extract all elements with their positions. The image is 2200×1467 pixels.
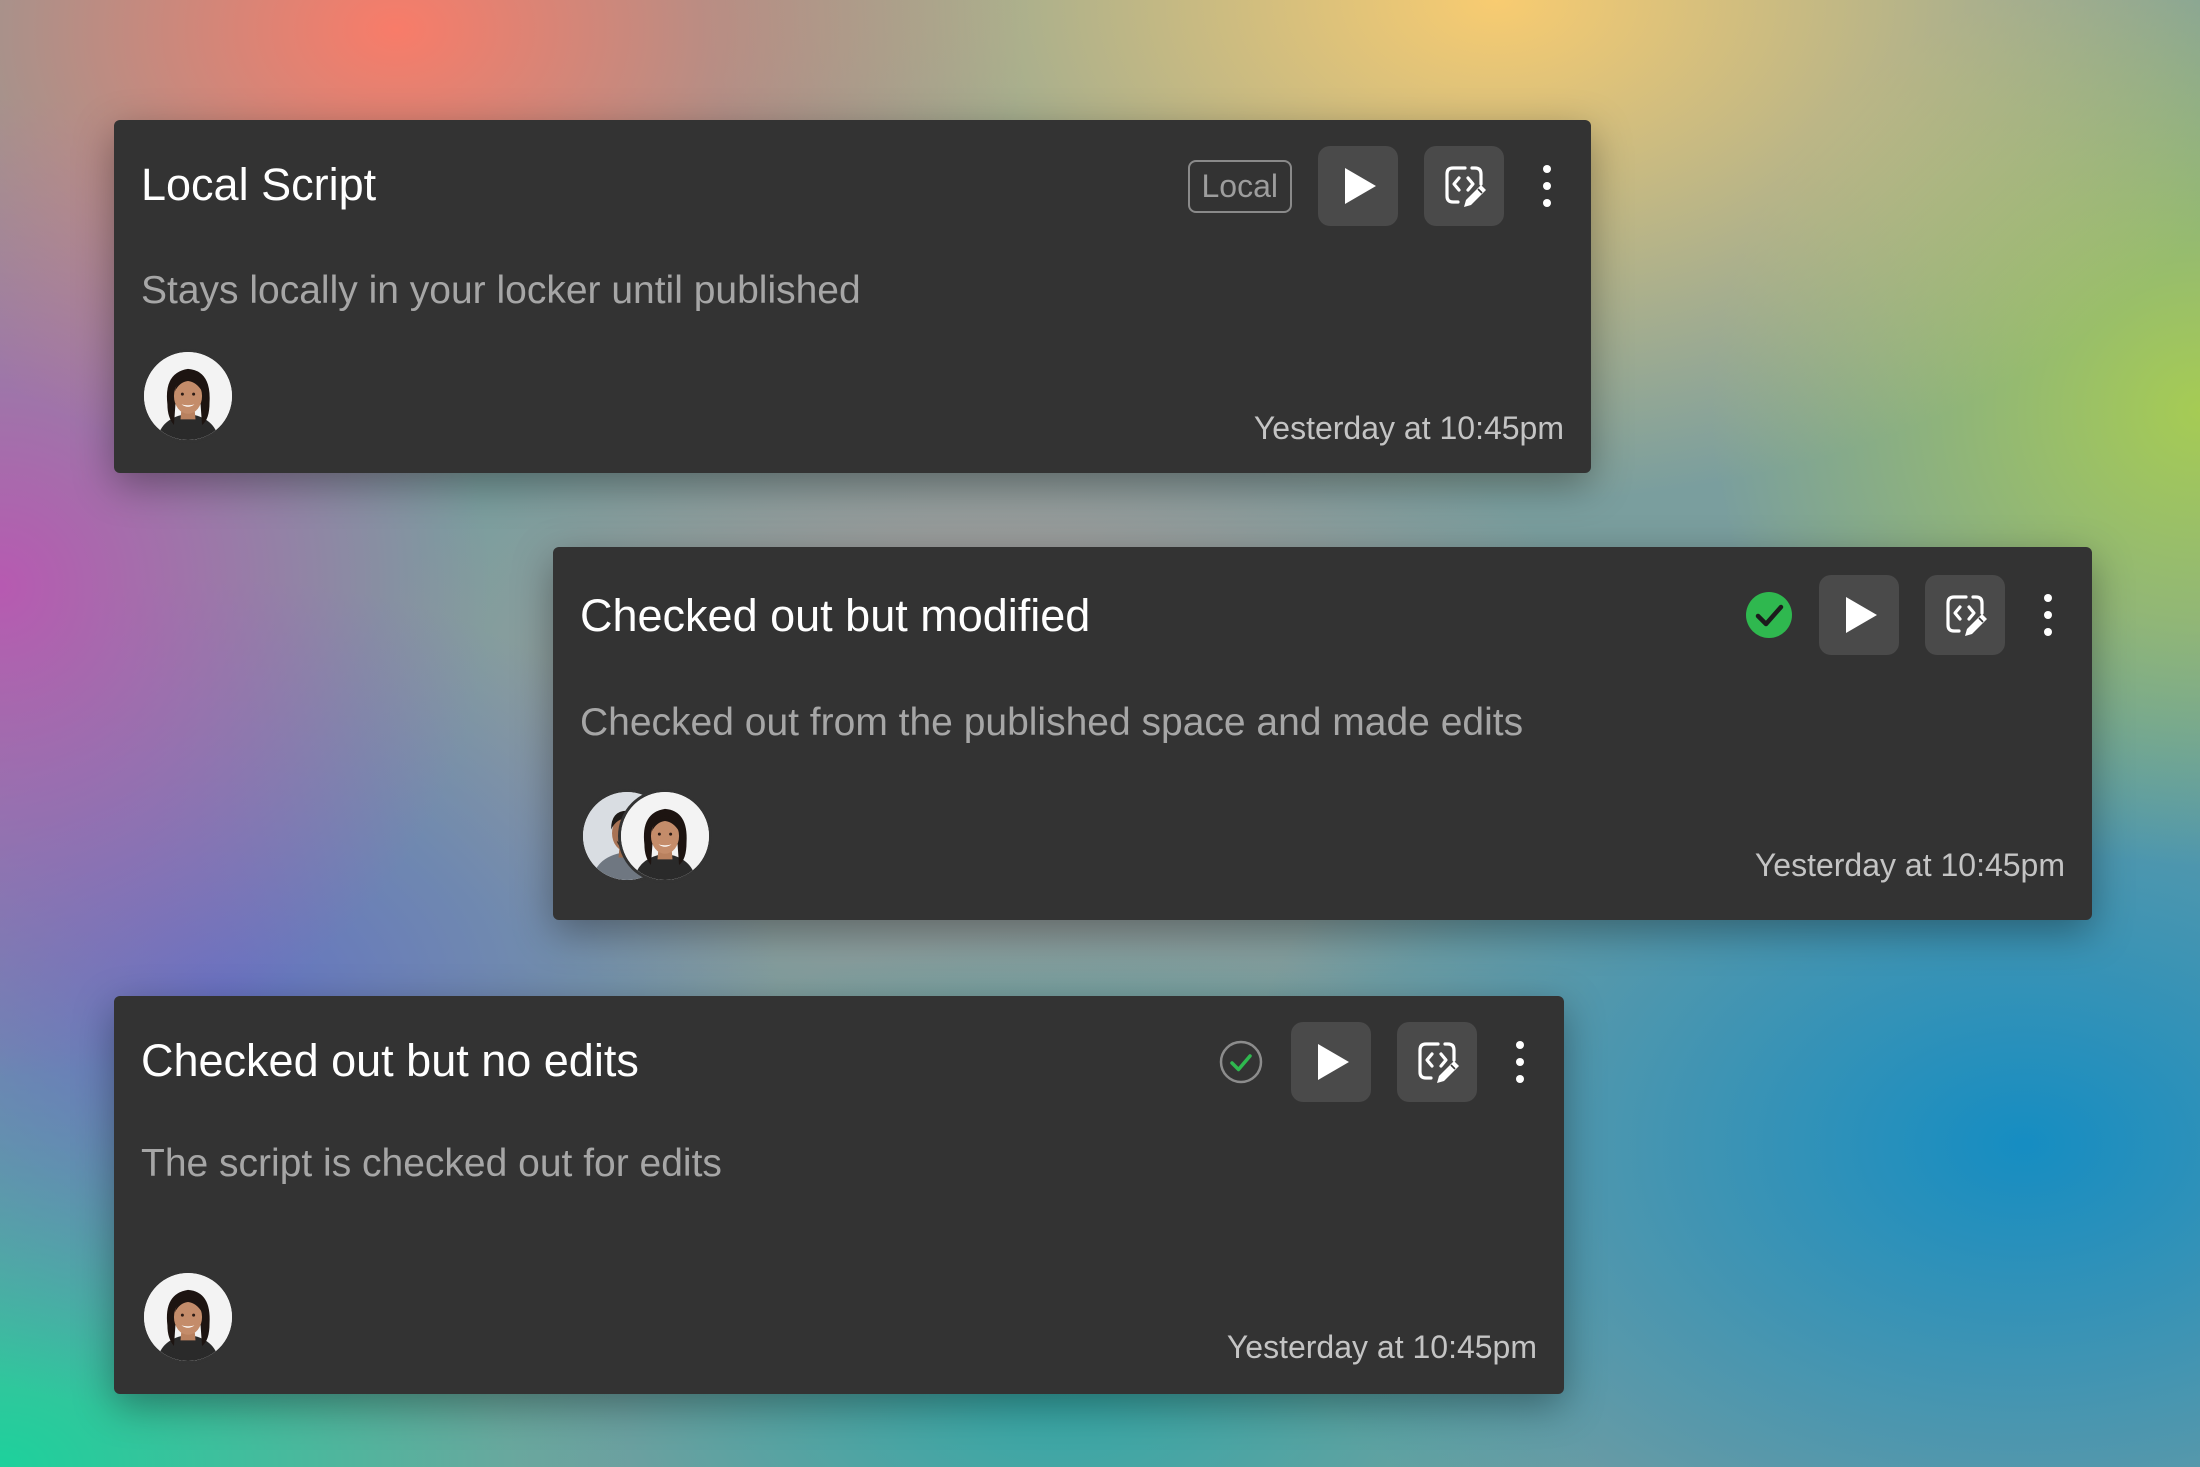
card-description: The script is checked out for edits <box>141 1142 722 1185</box>
card-title: Checked out but modified <box>580 590 1091 641</box>
local-badge: Local <box>1187 159 1292 213</box>
run-button[interactable] <box>1318 146 1398 226</box>
code-edit-icon <box>1440 162 1488 210</box>
card-timestamp: Yesterday at 10:45pm <box>1754 847 2065 883</box>
avatar-group <box>141 349 235 443</box>
code-edit-icon <box>1941 591 1989 639</box>
card-title: Local Script <box>141 159 377 210</box>
script-card-checked-out[interactable]: Checked out but no edits The script is c… <box>114 996 1564 1394</box>
code-edit-icon <box>1413 1038 1461 1086</box>
play-icon <box>1837 593 1881 637</box>
avatar-group <box>580 789 712 883</box>
card-timestamp: Yesterday at 10:45pm <box>1253 410 1564 446</box>
edit-script-button[interactable] <box>1424 146 1504 226</box>
run-button[interactable] <box>1291 1022 1371 1102</box>
woman-avatar <box>141 1270 235 1364</box>
more-vertical-icon[interactable] <box>2031 585 2065 645</box>
script-card-modified[interactable]: Checked out but modified Checked out fro… <box>553 547 2092 920</box>
check-circle-outline-icon <box>1217 1038 1265 1086</box>
edit-script-button[interactable] <box>1397 1022 1477 1102</box>
woman-avatar <box>141 349 235 443</box>
card-title: Checked out but no edits <box>141 1035 639 1086</box>
check-circle-filled-icon <box>1745 591 1793 639</box>
more-vertical-icon[interactable] <box>1530 156 1564 216</box>
card-description: Checked out from the published space and… <box>580 701 1524 744</box>
avatar-group <box>141 1270 235 1364</box>
card-actions: Local <box>1187 146 1565 226</box>
woman-avatar <box>618 789 712 883</box>
card-description: Stays locally in your locker until publi… <box>141 269 861 312</box>
play-icon <box>1336 164 1380 208</box>
card-timestamp: Yesterday at 10:45pm <box>1226 1329 1537 1365</box>
play-icon <box>1309 1040 1353 1084</box>
script-card-local[interactable]: Local Script Local Stays locally in your… <box>114 120 1591 473</box>
card-actions <box>1217 1022 1537 1102</box>
run-button[interactable] <box>1819 575 1899 655</box>
card-actions <box>1745 575 2065 655</box>
edit-script-button[interactable] <box>1925 575 2005 655</box>
more-vertical-icon[interactable] <box>1503 1032 1537 1092</box>
